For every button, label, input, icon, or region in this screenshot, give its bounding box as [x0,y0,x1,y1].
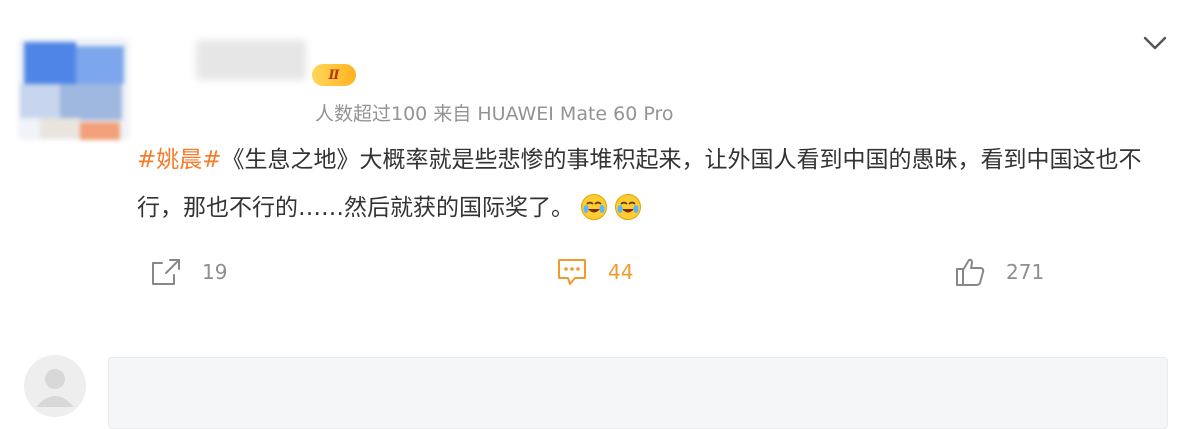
thumbs-up-icon [956,258,985,286]
vip-badge: Ⅱ [312,64,356,86]
user-icon [36,369,74,407]
post-meta: 人数超过100 来自 HUAWEI Mate 60 Pro [315,103,674,125]
author-name[interactable] [196,40,306,80]
share-icon [152,259,180,285]
chevron-down-icon[interactable] [1141,32,1169,54]
post-content: #姚晨#《生息之地》大概率就是些悲惨的事堆积起来，让外国人看到中国的愚昧，看到中… [137,136,1157,232]
like-button[interactable]: 271 [954,254,1044,290]
laugh-cry-emoji-icon [580,190,608,220]
comment-icon [558,259,586,285]
hashtag-link[interactable]: #姚晨# [137,147,222,173]
repost-count: 19 [202,260,228,284]
author-avatar[interactable] [18,38,130,140]
laugh-cry-emoji-icon [614,190,642,220]
comment-count: 44 [608,260,634,284]
reply-avatar [24,355,86,417]
comment-button[interactable]: 44 [556,254,633,290]
repost-button[interactable]: 19 [150,254,227,290]
comment-input[interactable] [108,357,1168,429]
like-count: 271 [1006,260,1045,284]
